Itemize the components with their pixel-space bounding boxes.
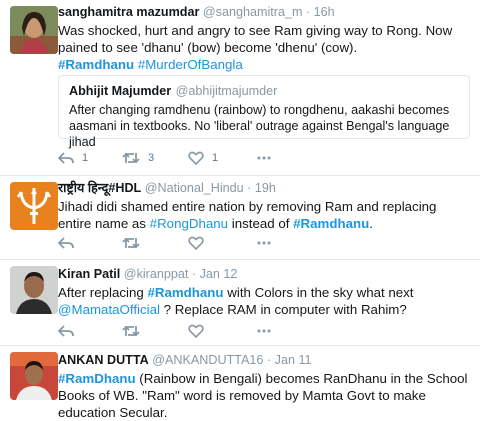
tweet-4-author-name[interactable]: ANKAN DUTTA	[58, 353, 149, 367]
more-icon	[257, 241, 271, 245]
heart-icon	[188, 324, 204, 338]
tweet-2-body: राष्ट्रीय हिन्दू#HDL @National_Hindu · 1…	[58, 180, 470, 232]
avatar-kiran-patil-image	[10, 266, 58, 314]
hashtag-ramdhanu[interactable]: #Ramdhanu	[293, 216, 369, 231]
hashtag-ramdhanu[interactable]: #Ramdhanu	[58, 57, 134, 72]
tweet-1-body: sanghamitra mazumdar @sanghamitra_m · 16…	[58, 4, 470, 73]
tweet-3-retweet-button[interactable]	[122, 324, 140, 338]
trishul-logo-icon	[10, 182, 58, 230]
tweet-3-author-name[interactable]: Kiran Patil	[58, 267, 120, 281]
tweet-1-separator: ·	[305, 5, 311, 19]
tweet-2-timestamp[interactable]: 19h	[255, 181, 276, 195]
quoted-tweet-author-name: Abhijit Majumder	[69, 84, 172, 98]
avatar-ankan-dutta[interactable]	[10, 352, 58, 400]
tweet-1-like-count: 1	[212, 152, 219, 164]
tweet-4-text: #RamDhanu (Rainbow in Bengali) becomes R…	[58, 370, 470, 421]
tweet-1-author-handle[interactable]: @sanghamitra_m	[203, 5, 303, 19]
tweet-2-text-part-2: instead of	[231, 216, 290, 231]
tweet-2-like-button[interactable]	[188, 236, 204, 250]
quoted-tweet-text: After changing ramdhenu (rainbow) to ron…	[69, 103, 450, 149]
heart-icon	[188, 151, 204, 165]
avatar-sanghamitra[interactable]	[10, 6, 58, 54]
tweet-1-retweet-button[interactable]: 3	[122, 151, 154, 165]
tweet-3-text-part-1: After replacing	[58, 285, 144, 300]
tweet-4-separator: ·	[266, 353, 272, 367]
avatar-sanghamitra-image	[10, 6, 58, 54]
tweet-2: राष्ट्रीय हिन्दू#HDL @National_Hindu · 1…	[0, 176, 480, 258]
tweet-1-reply-count: 1	[82, 152, 89, 164]
tweet-3: Kiran Patil @kiranppat · Jan 12 After re…	[0, 260, 480, 344]
tweet-3-author-handle[interactable]: @kiranppat	[124, 267, 189, 281]
tweet-3-text-end: ? Replace RAM in computer with Rahim?	[163, 302, 407, 317]
tweet-4-author-handle[interactable]: @ANKANDUTTA16	[152, 353, 263, 367]
hashtag-ramdhanu[interactable]: #Ramdhanu	[147, 285, 223, 300]
tweet-2-separator: ·	[247, 181, 252, 195]
tweet-1-author-name[interactable]: sanghamitra mazumdar	[58, 5, 199, 19]
tweet-3-like-button[interactable]	[188, 324, 204, 338]
tweet-3-text-part-2: with Colors in the sky what next	[227, 285, 414, 300]
tweet-2-retweet-button[interactable]	[122, 236, 140, 250]
tweet-1-retweet-count: 3	[148, 152, 155, 164]
tweet-3-separator: ·	[191, 267, 197, 281]
heart-icon	[188, 236, 204, 250]
hashtag-ramdhanu[interactable]: #RamDhanu	[58, 371, 136, 386]
more-icon	[257, 329, 271, 333]
tweet-2-text: Jihadi didi shamed entire nation by remo…	[58, 198, 470, 232]
tweet-2-header: राष्ट्रीय हिन्दू#HDL @National_Hindu · 1…	[58, 180, 470, 196]
retweet-icon	[122, 152, 140, 164]
avatar-national-hindu[interactable]	[10, 182, 58, 230]
tweet-4: ANKAN DUTTA @ANKANDUTTA16 · Jan 11 #RamD…	[0, 346, 480, 420]
tweet-2-reply-button[interactable]	[58, 236, 74, 250]
tweet-1-text: Was shocked, hurt and angry to see Ram g…	[58, 22, 470, 73]
avatar-ankan-dutta-image	[10, 352, 58, 400]
tweet-1-timestamp[interactable]: 16h	[314, 5, 335, 19]
tweet-1-text-main: Was shocked, hurt and angry to see Ram g…	[58, 23, 453, 55]
tweet-4-body: ANKAN DUTTA @ANKANDUTTA16 · Jan 11 #RamD…	[58, 352, 470, 421]
tweet-3-timestamp[interactable]: Jan 12	[200, 267, 238, 281]
quoted-tweet-author-handle: @abhijitmajumder	[175, 84, 278, 98]
reply-icon	[58, 325, 74, 337]
avatar-kiran-patil[interactable]	[10, 266, 58, 314]
tweet-2-author-name[interactable]: राष्ट्रीय हिन्दू#HDL	[58, 181, 141, 195]
tweet-4-timestamp[interactable]: Jan 11	[275, 353, 312, 367]
tweet-1-more-button[interactable]	[256, 151, 272, 165]
tweet-1-reply-button[interactable]: 1	[58, 151, 88, 165]
tweet-1: sanghamitra mazumdar @sanghamitra_m · 16…	[0, 0, 480, 175]
tweet-4-header: ANKAN DUTTA @ANKANDUTTA16 · Jan 11	[58, 352, 470, 368]
tweet-2-text-end: .	[369, 216, 373, 231]
hashtag-rongdhanu[interactable]: #RongDhanu	[150, 216, 228, 231]
hashtag-murderofbangla[interactable]: #MurderOfBangla	[138, 57, 243, 72]
tweet-2-actions	[58, 236, 458, 252]
tweet-3-text: After replacing #Ramdhanu with Colors in…	[58, 284, 470, 318]
tweet-3-more-button[interactable]	[256, 324, 272, 338]
tweet-1-actions: 1 3 1	[58, 151, 458, 167]
tweet-1-like-button[interactable]: 1	[188, 151, 218, 165]
more-icon	[257, 156, 271, 160]
quoted-tweet[interactable]: Abhijit Majumder @abhijitmajumder After …	[58, 75, 470, 149]
reply-icon	[58, 152, 74, 164]
tweet-3-actions	[58, 324, 458, 340]
tweet-1-header: sanghamitra mazumdar @sanghamitra_m · 16…	[58, 4, 470, 20]
tweet-2-more-button[interactable]	[256, 236, 272, 250]
reply-icon	[58, 237, 74, 249]
tweet-3-header: Kiran Patil @kiranppat · Jan 12	[58, 266, 470, 282]
retweet-icon	[122, 325, 140, 337]
tweet-2-author-handle[interactable]: @National_Hindu	[145, 181, 244, 195]
tweet-3-body: Kiran Patil @kiranppat · Jan 12 After re…	[58, 266, 470, 318]
tweet-3-reply-button[interactable]	[58, 324, 74, 338]
retweet-icon	[122, 237, 140, 249]
mention-mamataofficial[interactable]: @MamataOfficial	[58, 302, 160, 317]
